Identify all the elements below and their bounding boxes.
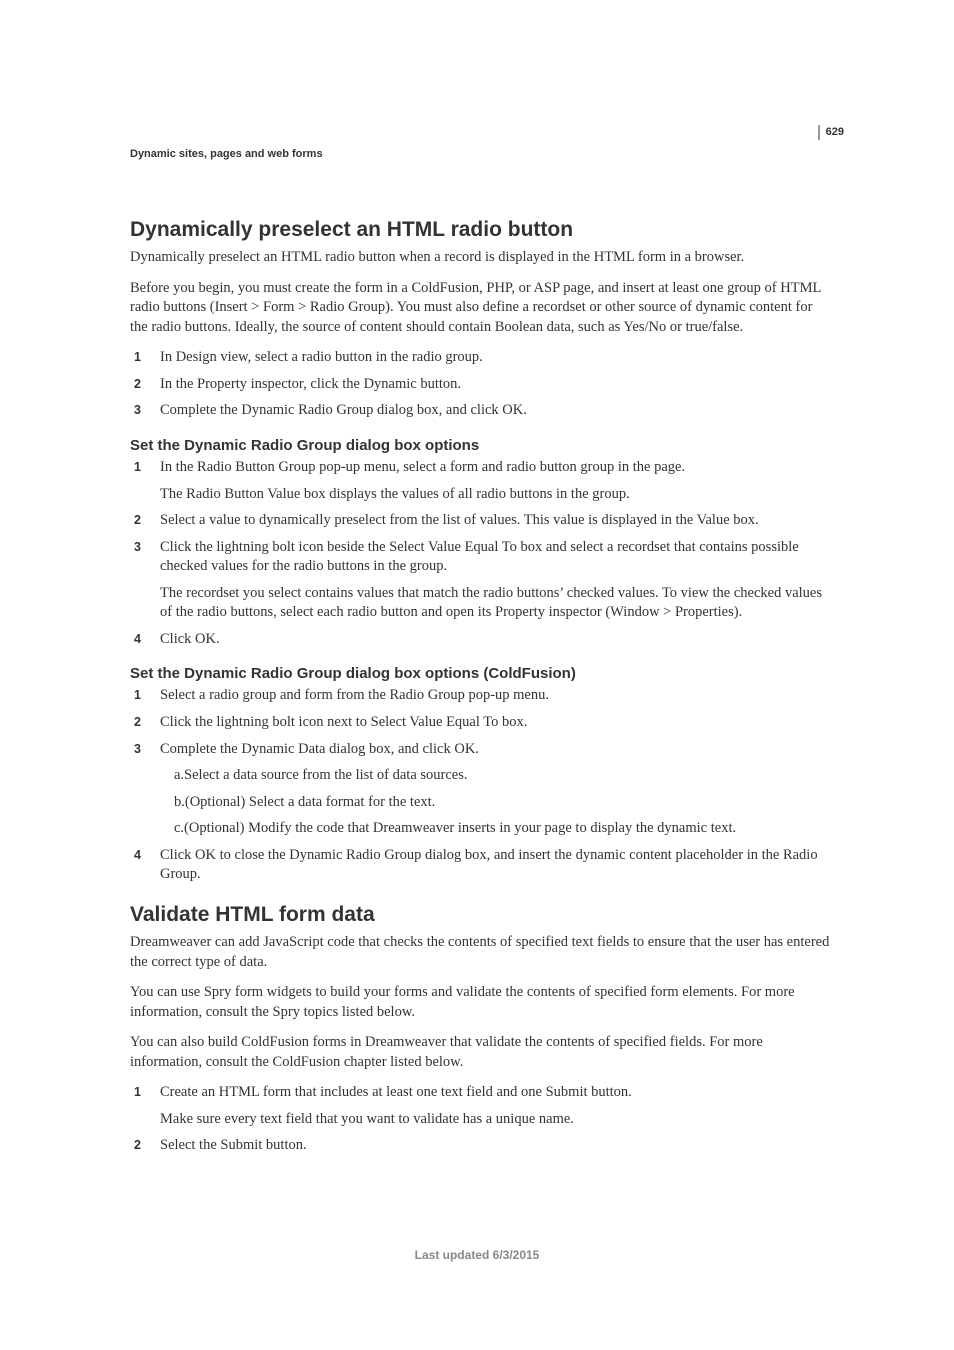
- paragraph: Dynamically preselect an HTML radio butt…: [130, 248, 830, 268]
- list-item: 1 In Design view, select a radio button …: [130, 348, 830, 368]
- step-text: Click the lightning bolt icon beside the…: [160, 538, 830, 577]
- step-number: 1: [130, 1083, 160, 1129]
- page-number: 629: [818, 125, 844, 140]
- step-note: The Radio Button Value box displays the …: [160, 485, 830, 505]
- list-item: 2 Click the lightning bolt icon next to …: [130, 713, 830, 733]
- list-item: 2 Select a value to dynamically preselec…: [130, 511, 830, 531]
- step-number: 3: [130, 538, 160, 623]
- step-number: 2: [130, 511, 160, 531]
- step-text: Complete the Dynamic Radio Group dialog …: [160, 401, 830, 421]
- step-number: 1: [130, 686, 160, 706]
- step-number: 3: [130, 740, 160, 839]
- list-item: 1 Create an HTML form that includes at l…: [130, 1083, 830, 1129]
- substep-c: c.(Optional) Modify the code that Dreamw…: [174, 819, 830, 839]
- step-note: Make sure every text field that you want…: [160, 1110, 830, 1130]
- footer-last-updated: Last updated 6/3/2015: [0, 1248, 954, 1262]
- main-content: Dynamically preselect an HTML radio butt…: [130, 200, 830, 1163]
- list-item: 1 Select a radio group and form from the…: [130, 686, 830, 706]
- list-item: 1 In the Radio Button Group pop-up menu,…: [130, 458, 830, 504]
- step-text: Select a radio group and form from the R…: [160, 686, 830, 706]
- paragraph: Dreamweaver can add JavaScript code that…: [130, 933, 830, 972]
- step-number: 4: [130, 846, 160, 885]
- paragraph: Before you begin, you must create the fo…: [130, 279, 830, 338]
- step-text: Create an HTML form that includes at lea…: [160, 1083, 830, 1103]
- step-text: In the Radio Button Group pop-up menu, s…: [160, 458, 830, 478]
- paragraph: You can also build ColdFusion forms in D…: [130, 1033, 830, 1072]
- step-text: Click OK.: [160, 630, 830, 650]
- step-number: 2: [130, 375, 160, 395]
- step-text: Complete the Dynamic Data dialog box, an…: [160, 740, 830, 760]
- step-number: 3: [130, 401, 160, 421]
- step-number: 4: [130, 630, 160, 650]
- heading-preselect-radio: Dynamically preselect an HTML radio butt…: [130, 218, 830, 242]
- step-text: Click OK to close the Dynamic Radio Grou…: [160, 846, 830, 885]
- substep-b: b.(Optional) Select a data format for th…: [174, 793, 830, 813]
- step-text: Select the Submit button.: [160, 1136, 830, 1156]
- list-item: 3 Complete the Dynamic Radio Group dialo…: [130, 401, 830, 421]
- breadcrumb: Dynamic sites, pages and web forms: [130, 148, 323, 160]
- step-text: In Design view, select a radio button in…: [160, 348, 830, 368]
- substep-a: a.Select a data source from the list of …: [174, 766, 830, 786]
- step-text: Click the lightning bolt icon next to Se…: [160, 713, 830, 733]
- step-text: In the Property inspector, click the Dyn…: [160, 375, 830, 395]
- step-number: 1: [130, 458, 160, 504]
- step-number: 2: [130, 713, 160, 733]
- list-item: 3 Complete the Dynamic Data dialog box, …: [130, 740, 830, 839]
- step-note: The recordset you select contains values…: [160, 584, 830, 623]
- heading-set-options-cf: Set the Dynamic Radio Group dialog box o…: [130, 665, 830, 682]
- heading-validate-form: Validate HTML form data: [130, 903, 830, 927]
- list-item: 4 Click OK to close the Dynamic Radio Gr…: [130, 846, 830, 885]
- list-item: 2 Select the Submit button.: [130, 1136, 830, 1156]
- list-item: 2 In the Property inspector, click the D…: [130, 375, 830, 395]
- heading-set-options: Set the Dynamic Radio Group dialog box o…: [130, 437, 830, 454]
- list-item: 3 Click the lightning bolt icon beside t…: [130, 538, 830, 623]
- step-text: Select a value to dynamically preselect …: [160, 511, 830, 531]
- list-item: 4 Click OK.: [130, 630, 830, 650]
- paragraph: You can use Spry form widgets to build y…: [130, 983, 830, 1022]
- step-number: 1: [130, 348, 160, 368]
- step-number: 2: [130, 1136, 160, 1156]
